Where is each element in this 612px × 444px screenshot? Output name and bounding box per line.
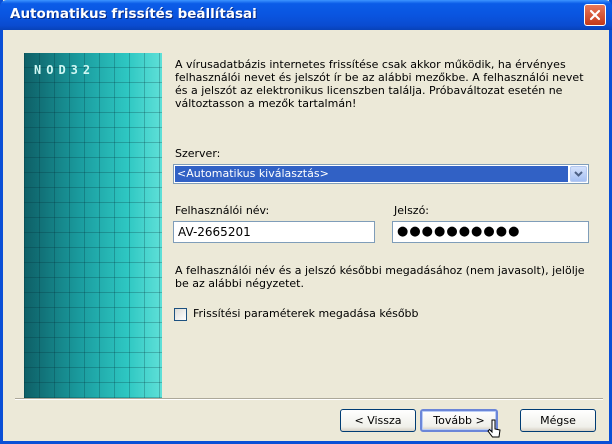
button-separator [15, 398, 603, 400]
window-title: Automatikus frissítés beállításai [10, 6, 257, 22]
password-field[interactable]: ●●●●●●●●●● [392, 221, 589, 243]
cancel-button[interactable]: Mégse [520, 409, 596, 432]
chevron-down-icon [574, 171, 583, 177]
server-selected-value: <Automatikus kiválasztás> [175, 166, 568, 182]
later-checkbox-label[interactable]: Frissítési paraméterek megadása később [193, 307, 419, 320]
close-button[interactable] [584, 4, 606, 26]
username-label: Felhasználói név: [175, 204, 270, 217]
mouse-pointer-icon [487, 419, 501, 438]
password-label: Jelszó: [394, 204, 430, 217]
back-button[interactable]: < Vissza [340, 409, 416, 432]
update-settings-dialog: Automatikus frissítés beállításai NOD32 … [0, 0, 612, 444]
description-text: A vírusadatbázis internetes frissítése c… [175, 58, 584, 110]
dropdown-button[interactable] [570, 166, 587, 182]
banner-logo: NOD32 [34, 63, 96, 77]
server-select[interactable]: <Automatikus kiválasztás> [173, 164, 589, 184]
later-note-text: A felhasználói név és a jelszó későbbi m… [175, 264, 585, 290]
later-checkbox[interactable] [174, 308, 187, 321]
server-label: Szerver: [175, 147, 221, 160]
title-bar[interactable]: Automatikus frissítés beállításai [0, 0, 612, 30]
username-field[interactable]: AV-2665201 [173, 221, 375, 243]
nod32-banner-image: NOD32 [24, 53, 162, 398]
close-icon [589, 9, 601, 21]
